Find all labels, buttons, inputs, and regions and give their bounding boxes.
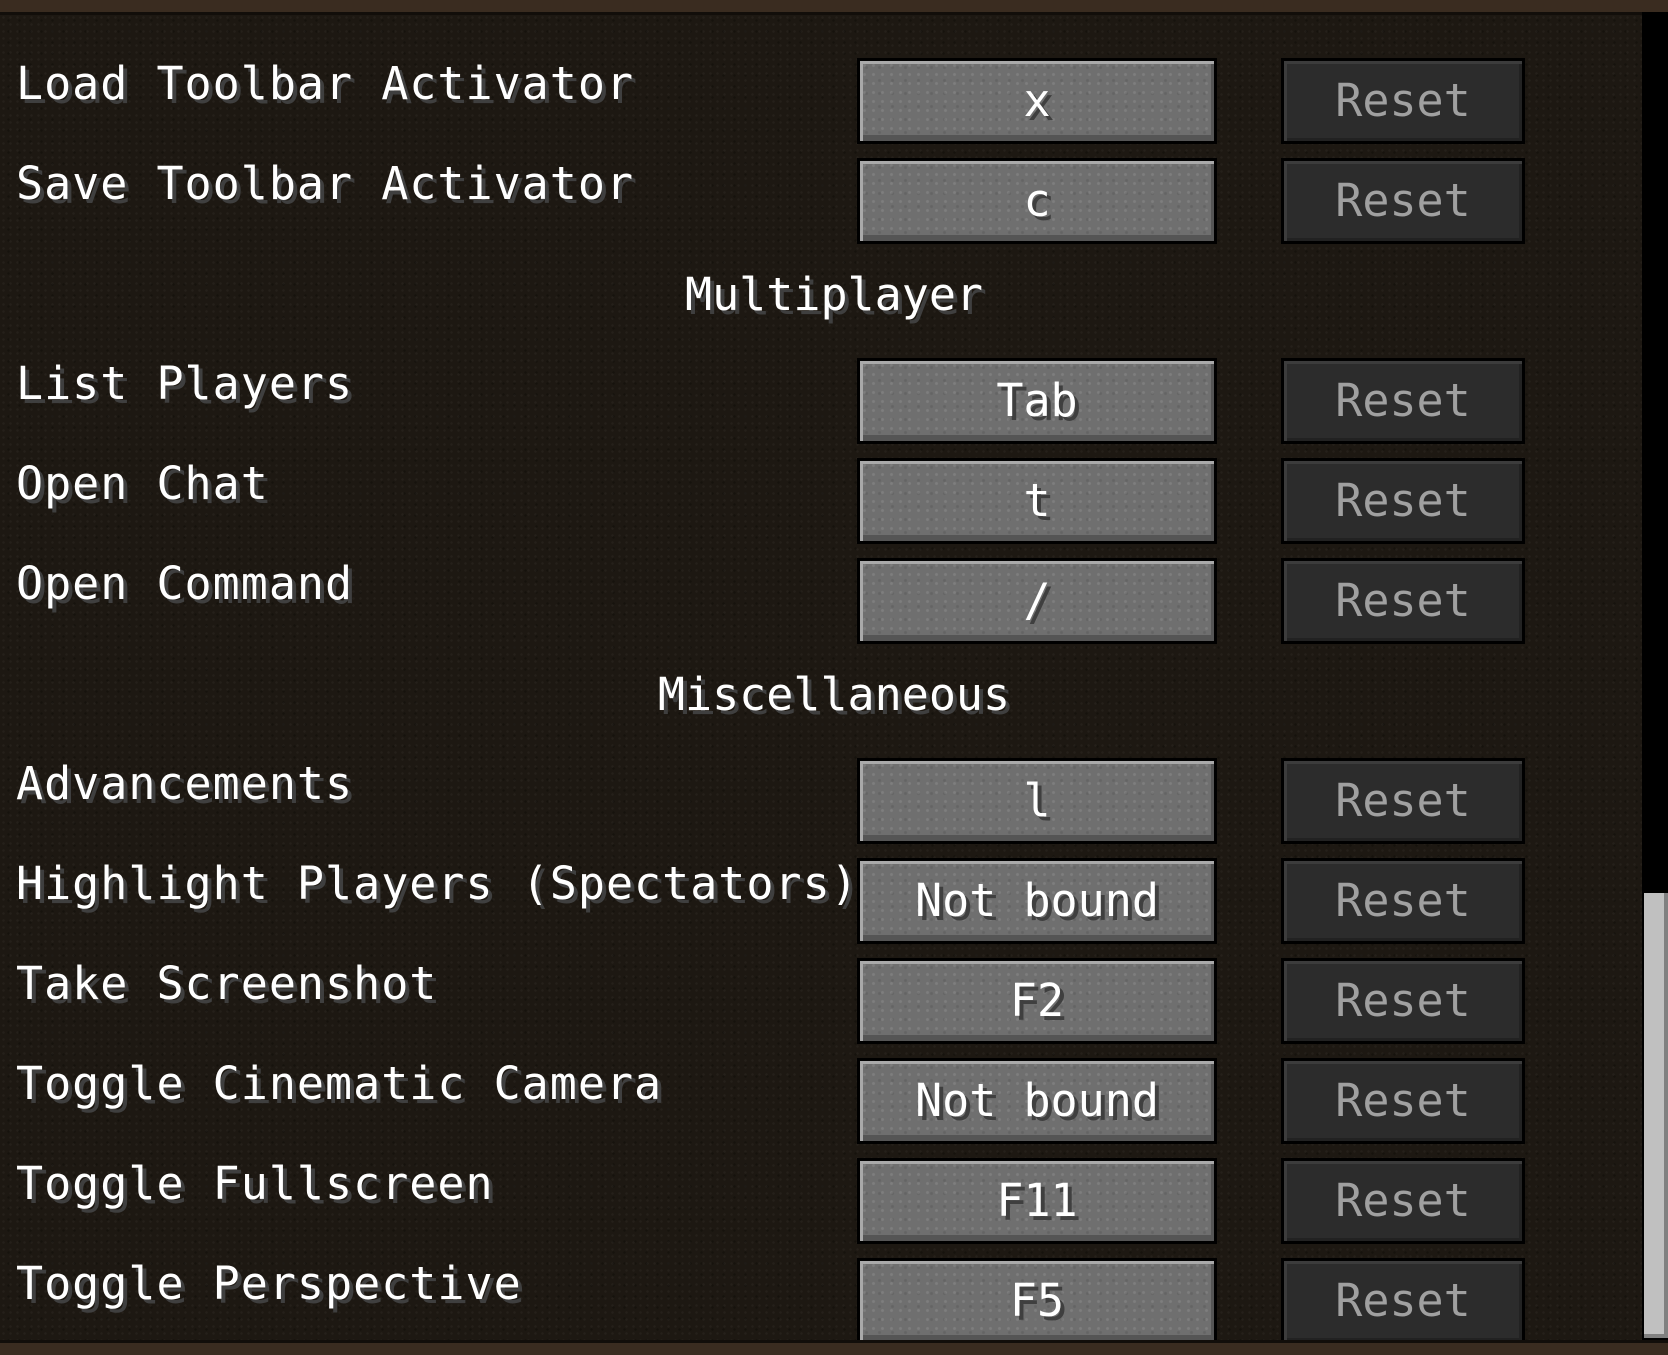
bottom-border — [0, 1340, 1668, 1355]
key-button[interactable]: Not bound — [857, 1058, 1217, 1144]
key-button[interactable]: Tab — [857, 358, 1217, 444]
keybind-list: Load Toolbar Activator x Reset Save Tool… — [0, 12, 1640, 1344]
keybind-label: List Players — [16, 357, 354, 410]
key-button[interactable]: F5 — [857, 1258, 1217, 1344]
keybind-label: Take Screenshot — [16, 957, 438, 1010]
keybind-row-toggle-cinematic-camera: Toggle Cinematic Camera Not bound Reset — [0, 1050, 1640, 1144]
key-button[interactable]: x — [857, 58, 1217, 144]
key-button[interactable]: F2 — [857, 958, 1217, 1044]
keybind-label: Save Toolbar Activator — [16, 157, 635, 210]
key-button[interactable]: F11 — [857, 1158, 1217, 1244]
keybind-row-take-screenshot: Take Screenshot F2 Reset — [0, 950, 1640, 1044]
reset-button[interactable]: Reset — [1281, 1058, 1525, 1144]
keybind-row-open-command: Open Command / Reset — [0, 550, 1640, 644]
reset-button[interactable]: Reset — [1281, 158, 1525, 244]
keybind-row-load-toolbar: Load Toolbar Activator x Reset — [0, 50, 1640, 144]
key-button[interactable]: l — [857, 758, 1217, 844]
section-heading-multiplayer: Multiplayer — [684, 268, 983, 321]
keybind-row-toggle-perspective: Toggle Perspective F5 Reset — [0, 1250, 1640, 1344]
keybind-row-highlight-players: Highlight Players (Spectators) Not bound… — [0, 850, 1640, 944]
keybind-label: Toggle Cinematic Camera — [16, 1057, 663, 1110]
key-button[interactable]: t — [857, 458, 1217, 544]
keybind-label: Advancements — [16, 757, 354, 810]
section-heading-miscellaneous: Miscellaneous — [657, 668, 1011, 721]
keybind-row-list-players: List Players Tab Reset — [0, 350, 1640, 444]
keybind-label: Open Chat — [16, 457, 269, 510]
keybind-label: Open Command — [16, 557, 354, 610]
keybind-label: Toggle Fullscreen — [16, 1157, 494, 1210]
key-button[interactable]: c — [857, 158, 1217, 244]
key-button[interactable]: Not bound — [857, 858, 1217, 944]
keybind-row-advancements: Advancements l Reset — [0, 750, 1640, 844]
keybind-label: Toggle Perspective — [16, 1257, 522, 1310]
reset-button[interactable]: Reset — [1281, 858, 1525, 944]
reset-button[interactable]: Reset — [1281, 58, 1525, 144]
reset-button[interactable]: Reset — [1281, 1158, 1525, 1244]
keybind-label: Highlight Players (Spectators) — [16, 857, 859, 910]
reset-button[interactable]: Reset — [1281, 758, 1525, 844]
reset-button[interactable]: Reset — [1281, 958, 1525, 1044]
keybind-row-toggle-fullscreen: Toggle Fullscreen F11 Reset — [0, 1150, 1640, 1244]
reset-button[interactable]: Reset — [1281, 458, 1525, 544]
reset-button[interactable]: Reset — [1281, 558, 1525, 644]
keybind-row-open-chat: Open Chat t Reset — [0, 450, 1640, 544]
reset-button[interactable]: Reset — [1281, 1258, 1525, 1344]
keybind-label: Load Toolbar Activator — [16, 57, 635, 110]
scrollbar-thumb[interactable] — [1644, 893, 1668, 1338]
keybind-row-save-toolbar: Save Toolbar Activator c Reset — [0, 150, 1640, 244]
reset-button[interactable]: Reset — [1281, 358, 1525, 444]
key-button[interactable]: / — [857, 558, 1217, 644]
